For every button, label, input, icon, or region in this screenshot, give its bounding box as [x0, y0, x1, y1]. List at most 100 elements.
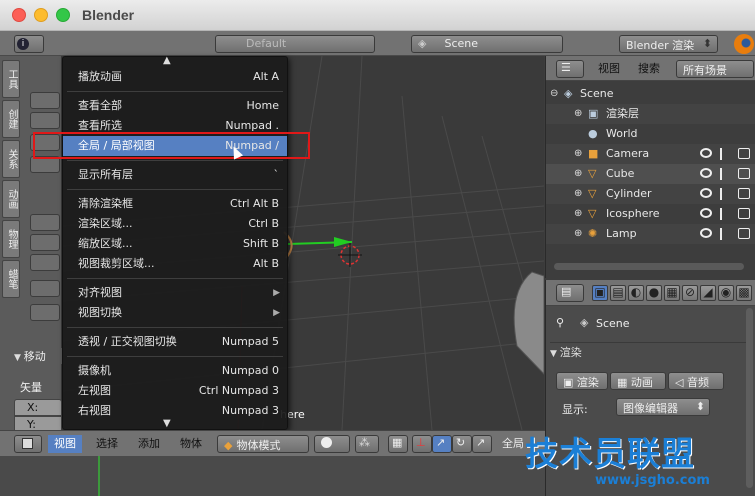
render-camera-icon[interactable] — [738, 228, 750, 239]
outliner-row[interactable]: ⊕ ✺ Lamp — [546, 224, 755, 244]
view-menu-item[interactable]: 视图裁剪区域... Alt B — [63, 254, 287, 274]
scene-selector[interactable]: ◈ Scene — [411, 35, 563, 53]
editor-type-button[interactable]: i — [14, 35, 44, 53]
close-button[interactable] — [12, 8, 26, 22]
expand-icon[interactable]: ⊕ — [574, 144, 582, 164]
material-tab-icon[interactable]: ◉ — [718, 285, 734, 301]
view-menu-item[interactable]: 缩放区域... Shift B — [63, 234, 287, 254]
outliner-row[interactable]: ⊕ ▣ 渲染层 — [546, 104, 755, 124]
view-menu-item[interactable]: 显示所有层 ` — [63, 165, 287, 185]
menu-scroll-down-icon[interactable]: ▼ — [163, 418, 171, 429]
collapse-icon[interactable]: ⊖ — [550, 84, 558, 104]
manipulator-toggle[interactable]: ▦ — [388, 435, 408, 453]
display-selector[interactable]: 图像编辑器 ⬍ — [616, 398, 710, 416]
view-menu-item[interactable]: 透视 / 正交视图切换 Numpad 5 — [63, 332, 287, 352]
pin-icon[interactable]: ⚲ — [556, 316, 564, 329]
rotate-toggle[interactable]: ↻ — [452, 435, 472, 453]
expand-icon[interactable]: ⊕ — [574, 164, 582, 184]
selectable-cursor-icon[interactable] — [720, 148, 729, 160]
view-menu-item[interactable]: 全局 / 局部视图 Numpad / — [63, 136, 287, 156]
tool-button[interactable] — [30, 234, 60, 251]
pivot-selector[interactable]: ⁂ — [355, 435, 379, 453]
texture-tab-icon[interactable]: ▩ — [736, 285, 752, 301]
tab-relations[interactable]: 关系 — [2, 140, 20, 178]
menu-view[interactable]: 视图 — [48, 435, 82, 453]
outliner-row[interactable]: ⊕ ▽ Icosphere — [546, 204, 755, 224]
editor-type-button[interactable]: ▤ — [556, 284, 584, 302]
render-camera-icon[interactable] — [738, 208, 750, 219]
expand-icon[interactable]: ⊕ — [574, 204, 582, 224]
render-camera-icon[interactable] — [738, 168, 750, 179]
constraint-tab-icon[interactable]: ⊘ — [682, 285, 698, 301]
render-engine-selector[interactable]: Blender 渲染 ⬍ — [619, 35, 718, 53]
view-menu-item[interactable]: 渲染区域... Ctrl B — [63, 214, 287, 234]
view-menu-item[interactable]: 播放动画 Alt A — [63, 67, 287, 87]
object-tab-icon[interactable]: ▦ — [664, 285, 680, 301]
selectable-cursor-icon[interactable] — [720, 208, 729, 220]
view-menu-item[interactable]: 摄像机 Numpad 0 — [63, 361, 287, 381]
render-button[interactable]: ▣ 渲染 — [556, 372, 608, 390]
vector-x-field[interactable]: X: — [14, 399, 62, 416]
render-camera-icon[interactable] — [738, 148, 750, 159]
view-menu-item[interactable]: 左视图 Ctrl Numpad 3 — [63, 381, 287, 401]
visibility-eye-icon[interactable] — [700, 228, 712, 238]
selectable-cursor-icon[interactable] — [720, 228, 729, 240]
layout-selector[interactable]: Default — [215, 35, 375, 53]
minimize-button[interactable] — [34, 8, 48, 22]
layers-tab-icon[interactable]: ▤ — [610, 285, 626, 301]
shading-selector[interactable] — [314, 435, 350, 453]
modifier-tab-icon[interactable]: ◢ — [700, 285, 716, 301]
outliner-row[interactable]: ⊖ ◈ Scene — [546, 84, 755, 104]
visibility-eye-icon[interactable] — [700, 208, 712, 218]
outliner-scrollbar[interactable] — [554, 263, 744, 270]
tool-button[interactable] — [30, 304, 60, 321]
tool-button[interactable] — [30, 112, 60, 129]
operator-panel-header[interactable]: ▼ 移动 — [14, 348, 62, 364]
animation-button[interactable]: ▦ 动画 — [610, 372, 666, 390]
outliner-search-menu[interactable]: 搜索 — [632, 60, 666, 78]
translate-toggle[interactable]: ↗ — [432, 435, 452, 453]
outliner-view-menu[interactable]: 视图 — [592, 60, 626, 78]
menu-object[interactable]: 物体 — [174, 435, 208, 453]
menu-select[interactable]: 选择 — [90, 435, 124, 453]
outliner-row[interactable]: ● World — [546, 124, 755, 144]
world-tab-icon[interactable]: ● — [646, 285, 662, 301]
audio-button[interactable]: ◁ 音频 — [668, 372, 724, 390]
outliner-row[interactable]: ⊕ ■ Camera — [546, 144, 755, 164]
tab-create[interactable]: 创建 — [2, 100, 20, 138]
tab-grease-pencil[interactable]: 蜡笔 — [2, 260, 20, 298]
visibility-eye-icon[interactable] — [700, 188, 712, 198]
view-menu-item[interactable]: 查看所选 Numpad . — [63, 116, 287, 136]
outliner-row[interactable]: ⊕ ▽ Cube — [546, 164, 755, 184]
tab-animation[interactable]: 动画 — [2, 180, 20, 218]
view-menu-item[interactable]: 查看全部 Home — [63, 96, 287, 116]
view-menu-item[interactable]: 清除渲染框 Ctrl Alt B — [63, 194, 287, 214]
transform-toggle[interactable]: ⊥ — [412, 435, 432, 453]
expand-icon[interactable]: ⊕ — [574, 224, 582, 244]
view-menu-item[interactable]: 右视图 Numpad 3 — [63, 401, 287, 421]
tab-tools[interactable]: 工具 — [2, 60, 20, 98]
tool-button[interactable] — [30, 134, 60, 151]
tab-physics[interactable]: 物理 — [2, 220, 20, 258]
timeline-area[interactable] — [0, 456, 545, 496]
render-camera-icon[interactable] — [738, 188, 750, 199]
visibility-eye-icon[interactable] — [700, 168, 712, 178]
outliner-filter-selector[interactable]: 所有场景 — [676, 60, 754, 78]
selectable-cursor-icon[interactable] — [720, 188, 729, 200]
render-panel-header[interactable]: ▼ 渲染 — [550, 342, 750, 362]
tool-button[interactable] — [30, 254, 60, 271]
expand-icon[interactable]: ⊕ — [574, 184, 582, 204]
tool-button[interactable] — [30, 92, 60, 109]
view-menu-item[interactable]: 视图切换 ▶ — [63, 303, 287, 323]
tool-button[interactable] — [30, 280, 60, 297]
cylinder-object[interactable] — [513, 271, 544, 375]
editor-type-button[interactable] — [14, 435, 42, 453]
scene-tab-icon[interactable]: ◐ — [628, 285, 644, 301]
mode-selector[interactable]: ◆ 物体模式 — [217, 435, 309, 453]
maximize-button[interactable] — [56, 8, 70, 22]
expand-icon[interactable]: ⊕ — [574, 104, 582, 124]
tool-button[interactable] — [30, 214, 60, 231]
selectable-cursor-icon[interactable] — [720, 168, 729, 180]
outliner-row[interactable]: ⊕ ▽ Cylinder — [546, 184, 755, 204]
view-menu-item[interactable]: 对齐视图 ▶ — [63, 283, 287, 303]
